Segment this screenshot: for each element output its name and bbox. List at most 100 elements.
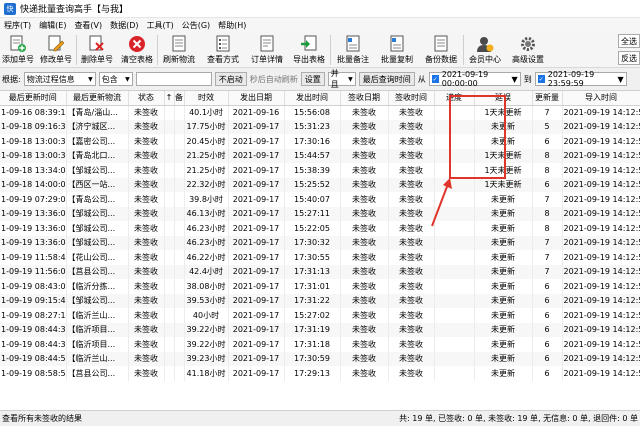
table-row[interactable]: 1-09-19 13:36:00 【邹城公司... 未签收 46.13小时 2021-0… [0, 206, 640, 221]
table-cell: 15:40:07 [284, 192, 341, 207]
column-header[interactable]: 备 [174, 91, 185, 106]
time-field-button[interactable]: 最后查询时间 [358, 72, 415, 86]
table-cell: 2021-09-17 [228, 177, 285, 192]
table-cell: 7 [532, 264, 563, 279]
table-cell: 未更新 [474, 134, 533, 149]
column-header[interactable]: ↑ [164, 91, 175, 106]
table-cell: 【济宁城区... [66, 119, 129, 134]
refresh-logistics-button[interactable]: 刷新物流 [158, 32, 200, 68]
delete-order-button[interactable]: 删除单号 [77, 32, 117, 68]
column-header[interactable]: 更新量 [532, 91, 563, 106]
menu-tools[interactable]: 工具(T) [143, 20, 178, 31]
filter-op-select[interactable]: 包含 ▼ [98, 72, 133, 86]
table-cell: 【临沂项目... [66, 337, 129, 352]
table-cell: 1-09-19 11:58:48 [0, 250, 67, 265]
table-row[interactable]: 1-09-16 08:39:10 【青岛/淄山... 未签收 40.1小时 2021-0… [0, 105, 640, 120]
table-cell [434, 308, 475, 323]
menu-notice[interactable]: 公告(G) [178, 20, 214, 31]
table-cell: 2021-09-17 [228, 163, 285, 178]
toolbar-label: 备份数据 [425, 55, 457, 64]
export-table-button[interactable]: 导出表格 [288, 32, 330, 68]
table-cell: 未更新 [474, 366, 533, 381]
member-center-button[interactable]: 会员中心 [464, 32, 506, 68]
column-header[interactable]: 状态 [128, 91, 165, 106]
chevron-down-icon: ▼ [348, 75, 353, 83]
to-label: 到 [523, 74, 532, 84]
batch-note-button[interactable]: 批量备注 [331, 32, 375, 68]
add-order-button[interactable]: 添加单号 [0, 32, 36, 68]
table-cell: 1-09-19 08:43:00 [0, 279, 67, 294]
table-cell: 未签收 [128, 105, 165, 120]
to-date-picker[interactable]: ✓ 2021-09-19 23:59:59 ▼ [534, 70, 627, 88]
column-header[interactable]: 最后更新物流 [66, 91, 129, 106]
table-cell [434, 250, 475, 265]
order-detail-button[interactable]: 订单详情 [246, 32, 288, 68]
clear-table-button[interactable]: 清空表格 [117, 32, 157, 68]
column-header[interactable]: 延误 [474, 91, 533, 106]
table-row[interactable]: 1-09-19 11:56:07 【莒县公司... 未签收 42.4小时 2021-09… [0, 264, 640, 279]
table-cell [434, 206, 475, 221]
menu-edit[interactable]: 编辑(E) [35, 20, 70, 31]
table-cell: 【邹城公司... [66, 206, 129, 221]
select-all-button[interactable]: 全选 [618, 34, 640, 48]
table-row[interactable]: 1-09-19 09:15:45 【邹城公司... 未签收 39.53小时 2021-0… [0, 293, 640, 308]
table-row[interactable]: 1-09-19 07:29:05 【青岛公司... 未签收 39.8小时 2021-09… [0, 192, 640, 207]
table-row[interactable]: 1-09-19 08:43:00 【临沂分拣... 未签收 38.08小时 2021-0… [0, 279, 640, 294]
table-row[interactable]: 1-09-19 13:36:00 【邹城公司... 未签收 46.23小时 2021-0… [0, 221, 640, 236]
table-cell: 未签收 [128, 351, 165, 366]
table-cell: 【邹城公司... [66, 235, 129, 250]
settings-button[interactable]: 设置 [300, 72, 325, 86]
batch-copy-button[interactable]: 批量复制 [375, 32, 419, 68]
table-cell: 46.23小时 [184, 221, 229, 236]
menu-help[interactable]: 帮助(H) [214, 20, 250, 31]
edit-order-button[interactable]: 修改单号 [36, 32, 76, 68]
table-cell: 1天未更新 [474, 177, 533, 192]
table-row[interactable]: 1-09-18 13:00:37 【嘉密公司... 未签收 20.45小时 2021-0… [0, 134, 640, 149]
column-header[interactable]: 发出时间 [284, 91, 341, 106]
table-row[interactable]: 1-09-19 08:58:59 【莒县公司... 未签收 41.18小时 2021-0… [0, 366, 640, 381]
from-date-picker[interactable]: ✓ 2021-09-19 00:00:00 ▼ [428, 70, 521, 88]
column-header[interactable]: 导入时间 [562, 91, 640, 106]
table-row[interactable]: 1-09-18 13:00:30 【青岛北口... 未签收 21.25小时 2021-0… [0, 148, 640, 163]
column-header[interactable]: 签收日期 [340, 91, 389, 106]
table-row[interactable]: 1-09-18 09:16:34 【济宁城区... 未签收 17.75小时 2021-0… [0, 119, 640, 134]
backup-data-button[interactable]: 备份数据 [419, 32, 463, 68]
table-row[interactable]: 1-09-19 11:58:48 【花山公司... 未签收 46.22小时 2021-0… [0, 250, 640, 265]
menu-data[interactable]: 数据(D) [106, 20, 142, 31]
logic-select[interactable]: 并且 ▼ [327, 69, 356, 89]
column-header[interactable]: 最后更新时间 [0, 91, 67, 106]
table-cell: 2021-09-19 14:12:51 [562, 250, 640, 265]
column-header[interactable]: 进度 [434, 91, 475, 106]
gear-icon [517, 34, 539, 54]
table-row[interactable]: 1-09-19 08:44:36 【临沂项目... 未签收 39.22小时 2021-0… [0, 322, 640, 337]
export-icon [298, 34, 320, 54]
table-cell: 未签收 [388, 119, 435, 134]
filter-value-input[interactable] [135, 72, 212, 86]
column-header[interactable]: 发出日期 [228, 91, 285, 106]
table-row[interactable]: 1-09-18 14:00:00 【西区一站... 未签收 22.32小时 2021-0… [0, 177, 640, 192]
filter-field-select[interactable]: 物流过程信息 ▼ [23, 72, 96, 86]
column-header[interactable]: 时效 [184, 91, 229, 106]
toolbar-label: 删除单号 [81, 55, 113, 64]
table-cell: 21.25小时 [184, 163, 229, 178]
invert-selection-button[interactable]: 反选 [618, 51, 640, 65]
table-cell: 2021-09-17 [228, 337, 285, 352]
table-cell: 未更新 [474, 192, 533, 207]
menu-program[interactable]: 程序(T) [0, 20, 35, 31]
view-mode-button[interactable]: 查看方式 [200, 32, 246, 68]
table-row[interactable]: 1-09-19 13:36:06 【邹城公司... 未签收 46.23小时 2021-0… [0, 235, 640, 250]
table-row[interactable]: 1-09-19 08:27:12 【临沂兰山... 未签收 40小时 2021-09-1… [0, 308, 640, 323]
menu-view[interactable]: 查看(V) [70, 20, 106, 31]
column-header[interactable]: 签收时间 [388, 91, 435, 106]
not-started-button[interactable]: 不启动 [214, 72, 247, 86]
table-row[interactable]: 1-09-18 13:34:00 【邹城公司... 未签收 21.25小时 2021-0… [0, 163, 640, 178]
advanced-settings-button[interactable]: 高级设置 [506, 32, 550, 68]
table-cell: 1天未更新 [474, 148, 533, 163]
table-cell [164, 293, 175, 308]
table-row[interactable]: 1-09-19 08:44:50 【临沂兰山... 未签收 39.23小时 2021-0… [0, 351, 640, 366]
table-row[interactable]: 1-09-19 08:44:36 【临沂项目... 未签收 39.22小时 2021-0… [0, 337, 640, 352]
table-cell [164, 148, 175, 163]
table-cell [434, 148, 475, 163]
table-cell: 46.22小时 [184, 250, 229, 265]
table-cell [174, 163, 185, 178]
